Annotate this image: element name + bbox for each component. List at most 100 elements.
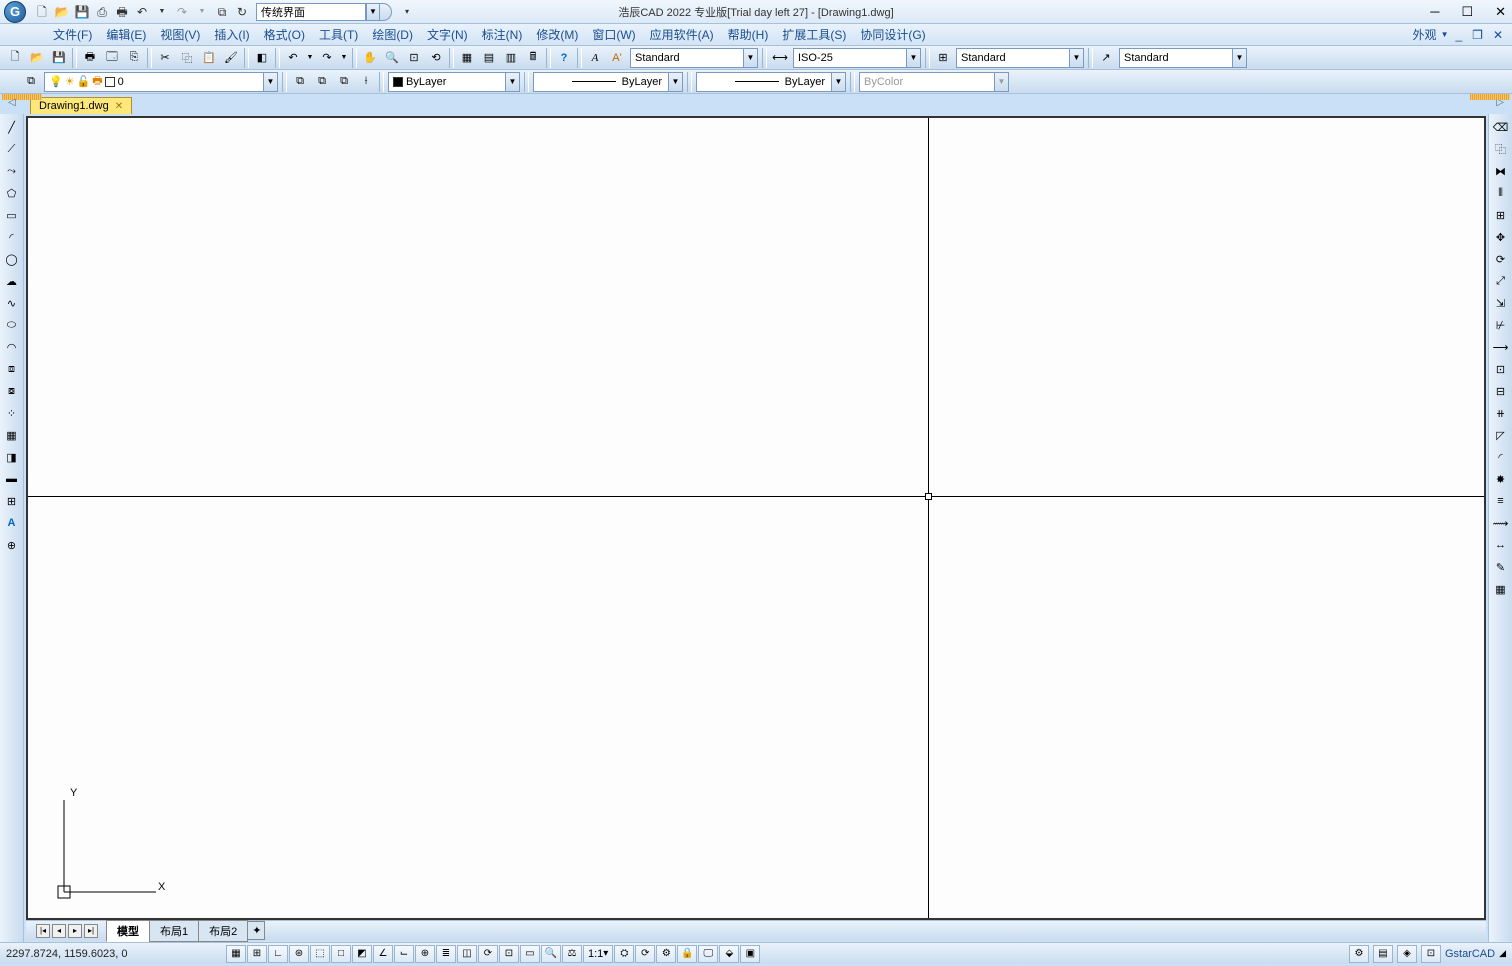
- arc-icon[interactable]: ◜: [2, 227, 22, 247]
- ellipse-icon[interactable]: ⬭: [2, 315, 22, 335]
- table-style-icon[interactable]: ⊞: [933, 48, 953, 68]
- mdi-minimize-icon[interactable]: _: [1452, 28, 1465, 42]
- redo-icon[interactable]: ↷: [173, 3, 191, 21]
- maximize-icon[interactable]: ☐: [1461, 4, 1473, 20]
- sheet-tab-add-icon[interactable]: ✦: [247, 921, 265, 940]
- open-doc-icon[interactable]: 📂: [27, 48, 47, 68]
- print-icon[interactable]: 🖶: [113, 3, 131, 21]
- sheet-prev-icon[interactable]: ◂: [52, 924, 66, 938]
- saveas-icon[interactable]: ⎙: [93, 3, 111, 21]
- chevron-down-icon[interactable]: ▼: [668, 73, 682, 91]
- iso-toggle[interactable]: ⬚: [310, 945, 330, 963]
- stretch-icon[interactable]: ⇲: [1491, 293, 1511, 313]
- menu-tools[interactable]: 工具(T): [312, 24, 365, 45]
- copy-icon[interactable]: ⿻: [177, 48, 197, 68]
- sheet-first-icon[interactable]: |◂: [36, 924, 50, 938]
- break-at-point-icon[interactable]: ⊡: [1491, 359, 1511, 379]
- mleader-style-combo[interactable]: Standard▼: [1119, 48, 1247, 68]
- transparency-toggle[interactable]: ◫: [457, 945, 477, 963]
- hatch-icon[interactable]: ▦: [2, 425, 22, 445]
- insert-block-icon[interactable]: ⧈: [2, 359, 22, 379]
- tray-expand-icon[interactable]: ◢: [1499, 948, 1506, 959]
- offset-icon[interactable]: ⫴: [1491, 183, 1511, 203]
- workspace-toggle[interactable]: ⚙: [656, 945, 676, 963]
- addselected-icon[interactable]: ⊕: [2, 535, 22, 555]
- menu-edit[interactable]: 编辑(E): [99, 24, 153, 45]
- print2-icon[interactable]: 🖶: [80, 48, 100, 68]
- chevron-down-icon[interactable]: ▼: [505, 73, 519, 91]
- minimize-icon[interactable]: ─: [1430, 4, 1439, 20]
- mtext-icon[interactable]: A: [2, 513, 22, 533]
- spline-icon[interactable]: ∿: [2, 293, 22, 313]
- table-icon[interactable]: ⊞: [2, 491, 22, 511]
- ellipse-arc-icon[interactable]: ◠: [2, 337, 22, 357]
- new-doc-icon[interactable]: 🗋: [5, 48, 25, 68]
- menu-dimension[interactable]: 标注(N): [475, 24, 530, 45]
- xline-icon[interactable]: ⟋: [2, 139, 22, 159]
- revcloud-icon[interactable]: ☁: [2, 271, 22, 291]
- sheet-tab-model[interactable]: 模型: [106, 920, 150, 942]
- match-props-icon[interactable]: 🖌: [221, 48, 241, 68]
- drawing-canvas[interactable]: Y X: [26, 116, 1486, 920]
- menu-format[interactable]: 格式(O): [257, 24, 312, 45]
- annovisibility-toggle[interactable]: ⛭: [614, 945, 634, 963]
- print-preview-icon[interactable]: 🗔: [102, 48, 122, 68]
- tab-nav-left-icon[interactable]: ◁: [8, 97, 16, 108]
- sheet-next-icon[interactable]: ▸: [68, 924, 82, 938]
- save-doc-icon[interactable]: 💾: [49, 48, 69, 68]
- edit-hatch-icon[interactable]: ▦: [1491, 579, 1511, 599]
- layers-icon[interactable]: ⧉: [213, 3, 231, 21]
- explode-icon[interactable]: ✸: [1491, 469, 1511, 489]
- close-icon[interactable]: ✕: [1495, 4, 1506, 20]
- publish-icon[interactable]: ⎘: [124, 48, 144, 68]
- menu-view[interactable]: 视图(V): [153, 24, 207, 45]
- align-icon[interactable]: ≡: [1491, 491, 1511, 511]
- chevron-down-icon[interactable]: ▼: [1069, 49, 1083, 67]
- lock-ui-toggle[interactable]: 🔒: [677, 945, 697, 963]
- break-icon[interactable]: ⊟: [1491, 381, 1511, 401]
- tab-close-icon[interactable]: ✕: [115, 101, 123, 112]
- help-icon[interactable]: ?: [554, 48, 574, 68]
- tray-3-icon[interactable]: ⊡: [1421, 945, 1441, 963]
- workspace-dropdown-icon[interactable]: ▼: [366, 3, 380, 21]
- undo-icon[interactable]: ↶: [133, 3, 151, 21]
- redo2-drop-icon[interactable]: ▼: [339, 48, 349, 68]
- chevron-down-icon[interactable]: ▼: [1232, 49, 1246, 67]
- arraypath-icon[interactable]: ⟿: [1491, 513, 1511, 533]
- lengthen-icon[interactable]: ↔: [1491, 535, 1511, 555]
- workspace-selector[interactable]: 传统界面: [256, 3, 366, 21]
- polygon-icon[interactable]: ⬠: [2, 183, 22, 203]
- fillet-icon[interactable]: ◜: [1491, 447, 1511, 467]
- ortho-toggle[interactable]: ∟: [268, 945, 288, 963]
- annoscale-icon[interactable]: ⚖: [562, 945, 582, 963]
- layer-iso-icon[interactable]: ⟊: [356, 72, 376, 92]
- chevron-down-icon[interactable]: ▼: [263, 73, 277, 91]
- grid-toggle[interactable]: ⊞: [247, 945, 267, 963]
- model-toggle[interactable]: ▭: [520, 945, 540, 963]
- scale-icon[interactable]: ⤢: [1491, 271, 1511, 291]
- layer-combo[interactable]: 💡 ☀ 🔓 🖶 0 ▼: [44, 72, 278, 92]
- undo2-icon[interactable]: ↶: [283, 48, 303, 68]
- mdi-close-icon[interactable]: ✕: [1490, 28, 1506, 42]
- autoscale-toggle[interactable]: ⟳: [635, 945, 655, 963]
- color-combo[interactable]: ByLayer ▼: [388, 72, 520, 92]
- rectangle-icon[interactable]: ▭: [2, 205, 22, 225]
- sheet-tab-layout2[interactable]: 布局2: [198, 920, 248, 942]
- magnifier-toggle[interactable]: 🔍: [541, 945, 561, 963]
- tool-palettes-icon[interactable]: ▥: [501, 48, 521, 68]
- chevron-down-icon[interactable]: ▼: [743, 49, 757, 67]
- snap-toggle[interactable]: ▦: [226, 945, 246, 963]
- mleader-style-icon[interactable]: ↗: [1096, 48, 1116, 68]
- settings-icon[interactable]: ⚙: [1349, 945, 1369, 963]
- menu-insert[interactable]: 插入(I): [207, 24, 256, 45]
- design-center-icon[interactable]: ▤: [479, 48, 499, 68]
- save-icon[interactable]: 💾: [73, 3, 91, 21]
- gradient-icon[interactable]: ◨: [2, 447, 22, 467]
- eraser-icon[interactable]: ◧: [252, 48, 272, 68]
- menu-modify[interactable]: 修改(M): [529, 24, 585, 45]
- text-style-combo[interactable]: Standard▼: [630, 48, 758, 68]
- dim-style-combo[interactable]: ISO-25▼: [793, 48, 921, 68]
- hardware-toggle[interactable]: 🖵: [698, 945, 718, 963]
- dim-style-icon[interactable]: ⟷: [770, 48, 790, 68]
- menu-file[interactable]: 文件(F): [46, 24, 99, 45]
